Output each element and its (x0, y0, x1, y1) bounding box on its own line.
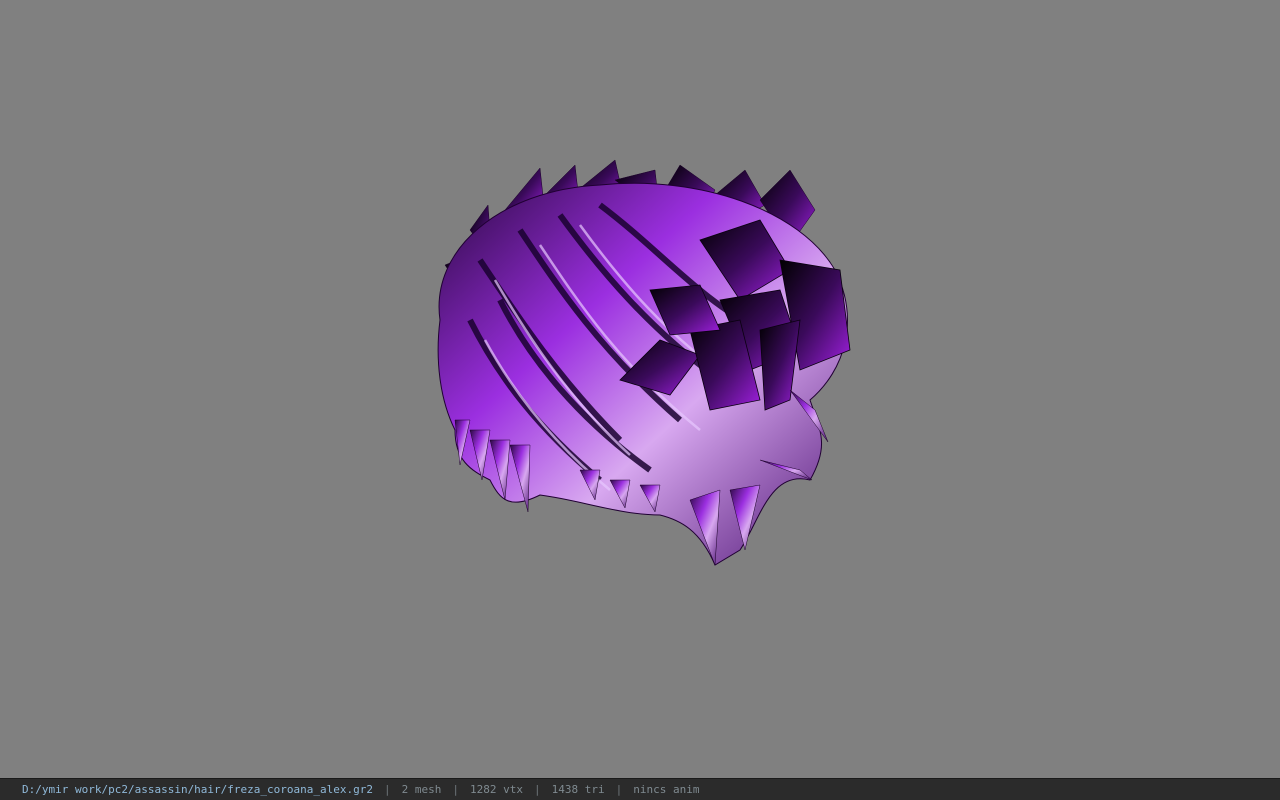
animation-status-label: nincs anim (633, 783, 700, 796)
status-separator: | (452, 783, 459, 796)
file-path-label: D:/ymir work/pc2/assassin/hair/freza_cor… (22, 783, 373, 796)
3d-viewport[interactable] (0, 0, 1280, 778)
vertex-count-label: 1282 vtx (470, 783, 523, 796)
triangle-count-label: 1438 tri (551, 783, 605, 796)
status-separator: | (533, 783, 541, 796)
status-separator: | (615, 783, 623, 796)
status-separator: | (384, 783, 391, 796)
status-bar: D:/ymir work/pc2/assassin/hair/freza_cor… (0, 778, 1280, 800)
hair-model-render (437, 159, 851, 566)
mesh-count-label: 2 mesh (401, 783, 442, 796)
